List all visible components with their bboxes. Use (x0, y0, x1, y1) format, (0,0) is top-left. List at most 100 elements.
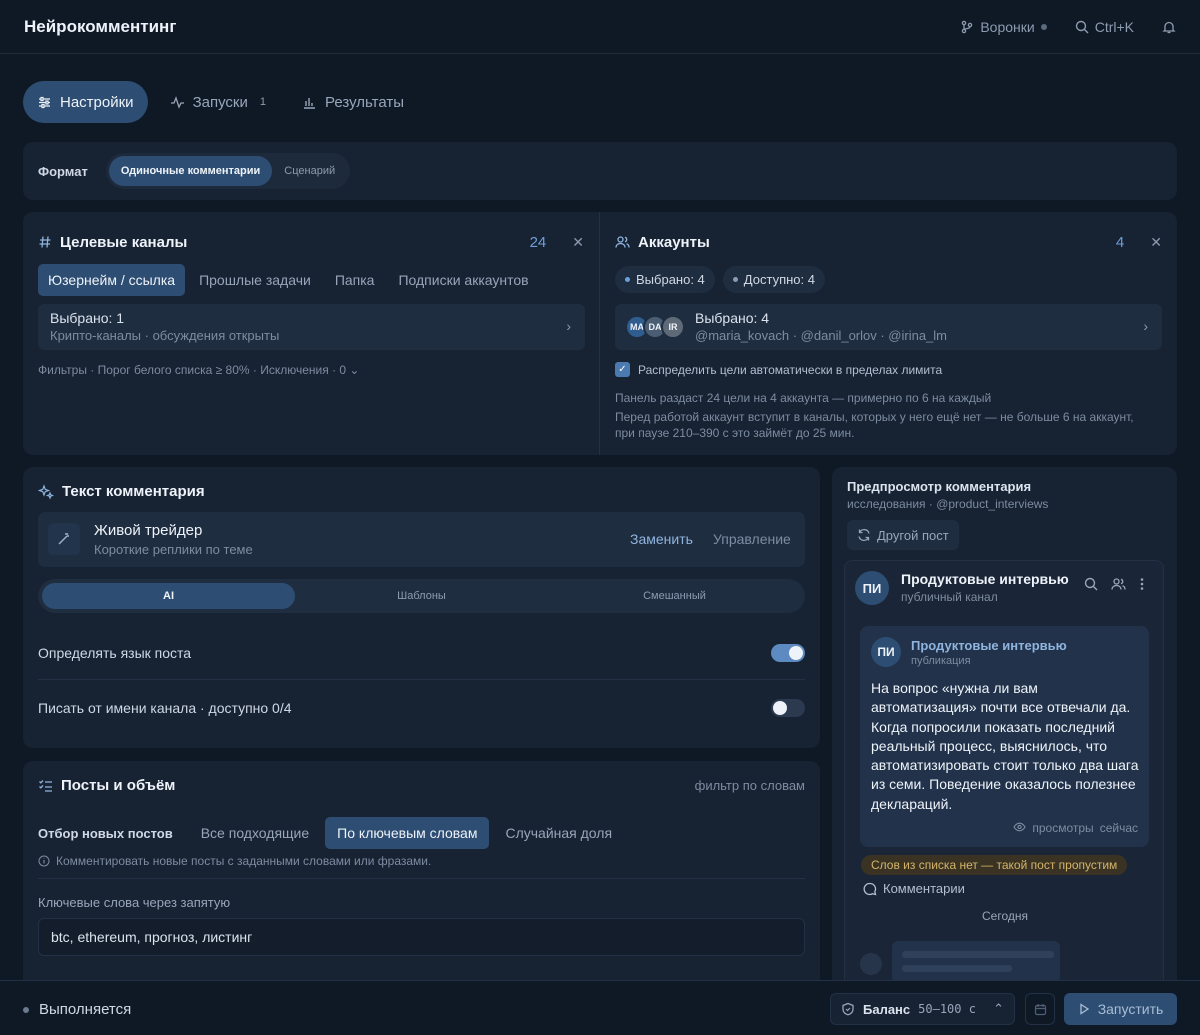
keywords-input[interactable]: btc, ethereum, прогноз, листинг (38, 918, 805, 956)
channel-header: ПИ Продуктовые интервью публичный канал (855, 569, 1155, 607)
detect-language-row: Определять язык поста (38, 644, 805, 662)
detect-language-label: Определять язык поста (38, 645, 192, 661)
format-card: Формат Одиночные комментарии Сценарий (23, 142, 1177, 200)
keywords-label: Ключевые слова через запятую (38, 895, 231, 910)
format-option-scenario[interactable]: Сценарий (272, 156, 347, 186)
accounts-section: Аккаунты 4 ✕ Выбрано: 4 Доступно: 4 MA D… (600, 212, 1177, 455)
chevron-up-icon: ⌃ (993, 1001, 1004, 1016)
option-by-keywords[interactable]: По ключевым словам (325, 817, 490, 849)
post-meta: просмотры сейчас (1013, 821, 1138, 835)
users-icon[interactable] (1111, 577, 1126, 591)
chevron-right-icon: › (566, 318, 571, 334)
mode-ai[interactable]: AI (42, 583, 295, 609)
chevron-right-icon: › (1143, 318, 1148, 334)
channels-filters[interactable]: Фильтры · Порог белого списка ≥ 80% · Ис… (38, 363, 359, 377)
channels-source-tabs: Юзернейм / ссылка Прошлые задачи Папка П… (38, 264, 539, 296)
other-post-button[interactable]: Другой пост (847, 520, 959, 550)
manage-persona-button[interactable]: Управление (713, 531, 791, 547)
bar-chart-icon (304, 97, 315, 109)
run-button[interactable]: Запустить (1064, 993, 1177, 1025)
tab-runs[interactable]: Запуски 1 (156, 81, 280, 123)
option-random-share[interactable]: Случайная доля (493, 817, 624, 849)
account-avatars: MA DA IR (625, 315, 685, 339)
keywords-info: Комментировать новые посты с заданными с… (38, 854, 431, 868)
mode-templates[interactable]: Шаблоны (295, 583, 548, 609)
main-tabs: Настройки Запуски 1 Результаты (23, 81, 418, 123)
tab-results-label: Результаты (325, 93, 404, 111)
avatar: ПИ (871, 637, 901, 667)
balance-widget[interactable]: Баланс 50–100 с ⌃ (830, 993, 1015, 1025)
tab-account-subscriptions[interactable]: Подписки аккаунтов (388, 264, 538, 296)
pill-selected[interactable]: Выбрано: 4 (615, 266, 715, 293)
as-channel-toggle[interactable] (771, 699, 805, 717)
as-channel-label: Писать от имени канала · доступно 0/4 (38, 700, 292, 716)
bell-icon (1162, 21, 1176, 33)
mode-mixed[interactable]: Смешанный (548, 583, 801, 609)
accounts-count: 4 (1115, 233, 1125, 251)
detect-language-toggle[interactable] (771, 644, 805, 662)
channels-section: Целевые каналы 24 ✕ Юзернейм / ссылка Пр… (23, 212, 600, 455)
comment-text-title: Текст комментария (62, 483, 205, 500)
post-time: сейчас (1099, 821, 1138, 835)
tab-runs-label: Запуски (192, 93, 248, 111)
run-status: Выполняется (23, 1001, 131, 1018)
replace-persona-button[interactable]: Заменить (630, 531, 693, 547)
persona-description: Короткие реплики по теме (94, 542, 253, 557)
branch-icon (962, 20, 973, 33)
tab-settings[interactable]: Настройки (23, 81, 148, 123)
notifications-button[interactable] (1162, 20, 1176, 34)
auto-distribute-row[interactable]: ✓ Распределить цели автоматически в пред… (615, 362, 942, 377)
preview-title: Предпросмотр комментария (847, 479, 1032, 494)
auto-distribute-label: Распределить цели автоматически в предел… (638, 362, 943, 377)
persona-name: Живой трейдер (94, 522, 203, 539)
checklist-icon (39, 780, 52, 792)
tab-past-tasks[interactable]: Прошлые задачи (189, 264, 321, 296)
preview-subtitle: исследования · @product_interviews (847, 497, 1049, 511)
channel-type: публичный канал (901, 590, 998, 604)
pill-available[interactable]: Доступно: 4 (722, 266, 825, 293)
accounts-pills: Выбрано: 4 Доступно: 4 (615, 266, 825, 293)
schedule-button[interactable] (1025, 993, 1055, 1025)
sparkles-icon (38, 483, 54, 500)
format-label: Формат (38, 163, 88, 179)
accounts-clear-icon[interactable]: ✕ (1150, 234, 1162, 251)
channels-selection[interactable]: Выбрано: 1 Крипто-каналы · обсуждения от… (38, 304, 585, 350)
bottom-bar: Выполняется Баланс 50–100 с ⌃ Запустить (0, 980, 1200, 1035)
runs-count: 1 (259, 96, 266, 108)
auto-distribute-checkbox[interactable]: ✓ (615, 362, 630, 377)
option-all-matching[interactable]: Все подходящие (189, 817, 321, 849)
join-note: Перед работой аккаунт вступит в каналы, … (615, 410, 1134, 424)
comments-link[interactable]: Комментарии (863, 881, 965, 896)
accounts-title: Аккаунты (638, 233, 710, 251)
more-vertical-icon[interactable] (1140, 577, 1144, 591)
posts-title: Посты и объём (61, 777, 176, 794)
run-status-label: Выполняется (39, 1001, 132, 1018)
top-bar: Нейрокомментинг Воронки Ctrl+K (0, 0, 1200, 54)
persona-card: Живой трейдер Короткие реплики по теме З… (38, 512, 805, 567)
channels-clear-icon[interactable]: ✕ (572, 234, 584, 251)
avatar: IR (661, 315, 685, 339)
accounts-selected-title: Выбрано: 4 (695, 310, 770, 326)
tab-results[interactable]: Результаты (288, 81, 418, 123)
tab-username[interactable]: Юзернейм / ссылка (38, 264, 186, 296)
funnels-label: Воронки (980, 18, 1035, 35)
comment-preview-panel: Предпросмотр комментария исследования · … (832, 467, 1177, 991)
balance-label: Баланс (863, 1001, 911, 1017)
search-button[interactable]: Ctrl+K (1075, 19, 1134, 35)
users-icon (615, 236, 630, 248)
eye-icon (1013, 822, 1026, 832)
search-icon[interactable] (1084, 577, 1098, 591)
status-dot (1040, 23, 1047, 30)
channels-title: Целевые каналы (60, 233, 188, 251)
divider (38, 679, 805, 680)
date-separator: Сегодня (982, 909, 1028, 923)
funnels-button[interactable]: Воронки (960, 18, 1047, 35)
tab-folder[interactable]: Папка (325, 264, 385, 296)
calendar-icon (1034, 1003, 1046, 1015)
accounts-selection[interactable]: MA DA IR Выбрано: 4 @maria_kovach · @dan… (615, 304, 1162, 350)
comment-text-card: Текст комментария Живой трейдер Короткие… (23, 467, 820, 748)
format-option-single[interactable]: Одиночные комментарии (108, 156, 273, 186)
post-kind: публикация (911, 655, 971, 667)
format-switch: Одиночные комментарии Сценарий (105, 153, 351, 189)
join-note-time: при паузе 210–390 с это займёт до 25 мин… (615, 426, 855, 440)
